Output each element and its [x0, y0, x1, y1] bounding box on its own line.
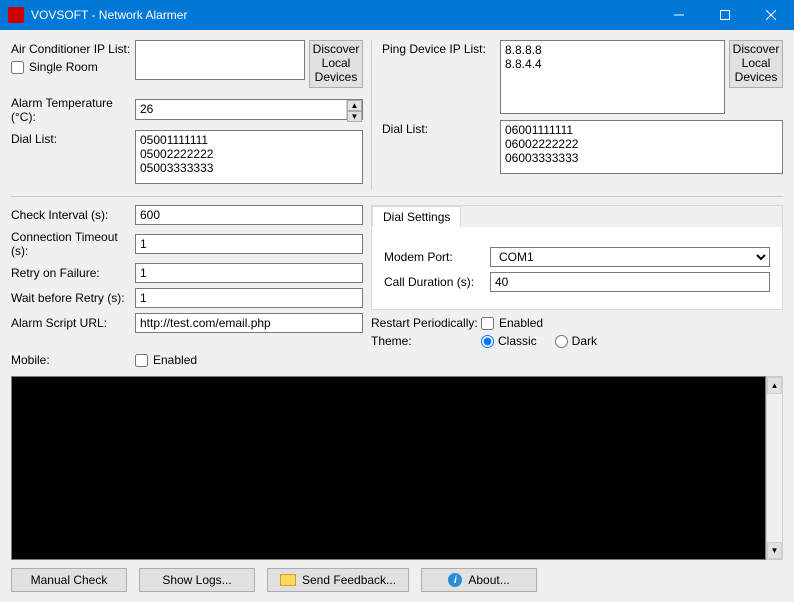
alarm-temperature-spinner[interactable]: ▲ ▼ [135, 99, 363, 120]
minimize-button[interactable] [656, 0, 702, 30]
tab-dial-settings[interactable]: Dial Settings [372, 206, 461, 227]
call-duration-input[interactable] [490, 272, 770, 292]
divider [11, 196, 783, 197]
theme-dark-radio[interactable] [555, 335, 568, 348]
maximize-icon [720, 10, 730, 20]
retry-on-failure-label: Retry on Failure: [11, 266, 135, 280]
dial-list-right-label: Dial List: [382, 120, 500, 136]
wait-before-retry-label: Wait before Retry (s): [11, 291, 135, 305]
folder-icon [280, 574, 296, 586]
mobile-enabled-label: Enabled [153, 353, 197, 367]
send-feedback-button[interactable]: Send Feedback... [267, 568, 409, 592]
discover-local-devices-button-right[interactable]: Discover Local Devices [729, 40, 783, 88]
single-room-label: Single Room [29, 60, 98, 74]
theme-dark-radio-label[interactable]: Dark [555, 334, 597, 348]
about-button[interactable]: i About... [421, 568, 537, 592]
log-output[interactable] [11, 376, 766, 560]
ac-ip-list-textarea[interactable] [135, 40, 305, 80]
maximize-button[interactable] [702, 0, 748, 30]
title-bar: VOVSOFT - Network Alarmer [0, 0, 794, 30]
ping-device-ip-list-label: Ping Device IP List: [382, 40, 500, 56]
theme-label: Theme: [371, 334, 481, 348]
window-title: VOVSOFT - Network Alarmer [31, 8, 656, 22]
show-logs-button[interactable]: Show Logs... [139, 568, 255, 592]
ac-ip-list-label: Air Conditioner IP List: [11, 42, 135, 56]
ping-device-ip-list-textarea[interactable]: 8.8.8.8 8.8.4.4 [500, 40, 725, 114]
restart-periodically-checkbox[interactable] [481, 317, 494, 330]
dial-list-left-label: Dial List: [11, 130, 135, 146]
discover-local-devices-button-left[interactable]: Discover Local Devices [309, 40, 363, 88]
app-icon [8, 7, 24, 23]
check-interval-input[interactable] [135, 205, 363, 225]
alarm-temperature-input[interactable] [136, 100, 346, 119]
theme-classic-radio-label[interactable]: Classic [481, 334, 537, 348]
log-scrollbar[interactable]: ▲ ▼ [766, 376, 783, 560]
connection-timeout-label: Connection Timeout (s): [11, 230, 135, 258]
alarm-script-url-input[interactable] [135, 313, 363, 333]
alarm-temperature-label: Alarm Temperature (°C): [11, 94, 135, 124]
dial-settings-tabset: Dial Settings Modem Port: COM1 Call Dura… [371, 205, 783, 310]
modem-port-select[interactable]: COM1 [490, 247, 770, 267]
minimize-icon [674, 10, 684, 20]
mobile-enabled-checkbox[interactable] [135, 354, 148, 367]
alarm-script-url-label: Alarm Script URL: [11, 316, 135, 330]
close-button[interactable] [748, 0, 794, 30]
spinner-down-icon[interactable]: ▼ [347, 111, 362, 122]
scroll-down-icon[interactable]: ▼ [767, 542, 782, 559]
theme-classic-radio[interactable] [481, 335, 494, 348]
modem-port-label: Modem Port: [384, 250, 490, 264]
single-room-checkbox[interactable] [11, 61, 24, 74]
check-interval-label: Check Interval (s): [11, 208, 135, 222]
restart-enabled-label: Enabled [499, 316, 543, 330]
retry-on-failure-input[interactable] [135, 263, 363, 283]
wait-before-retry-input[interactable] [135, 288, 363, 308]
connection-timeout-input[interactable] [135, 234, 363, 254]
scroll-up-icon[interactable]: ▲ [767, 377, 782, 394]
manual-check-button[interactable]: Manual Check [11, 568, 127, 592]
dial-list-left-textarea[interactable]: 05001111111 05002222222 05003333333 [135, 130, 363, 184]
call-duration-label: Call Duration (s): [384, 275, 490, 289]
restart-periodically-label: Restart Periodically: [371, 316, 481, 330]
spinner-up-icon[interactable]: ▲ [347, 100, 362, 111]
mobile-label: Mobile: [11, 353, 135, 367]
close-icon [766, 10, 776, 20]
dial-list-right-textarea[interactable]: 06001111111 06002222222 06003333333 [500, 120, 783, 174]
info-icon: i [448, 573, 462, 587]
